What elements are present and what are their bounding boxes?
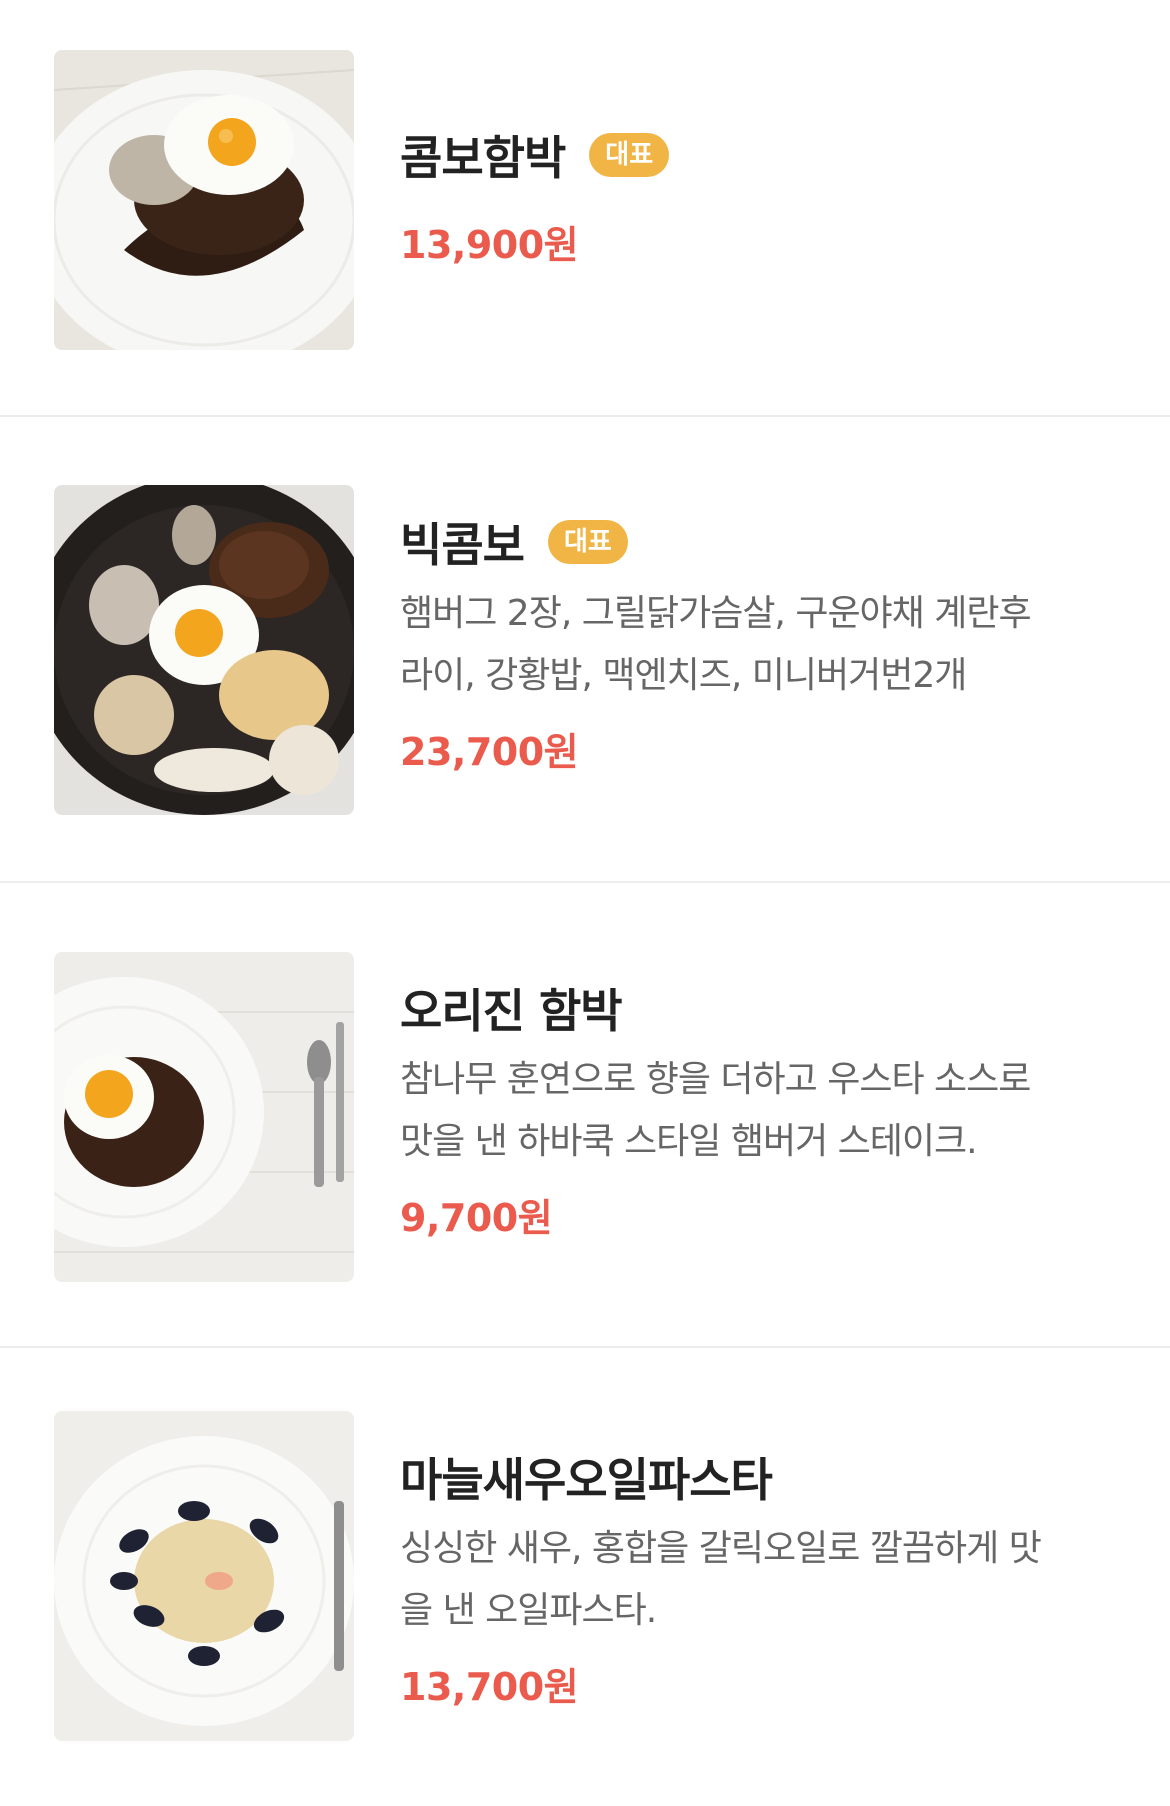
menu-item-name-row: 마늘새우오일파스타 xyxy=(400,1448,1100,1507)
description-line: 맛을 낸 하바쿡 스타일 햄버거 스테이크. xyxy=(400,1121,978,1162)
menu-item-description: 싱싱한 새우, 홍합을 갈릭오일로 깔끔하게 맛 을 낸 오일파스타. xyxy=(400,1518,1100,1642)
description-line: 참나무 훈연으로 향을 더하고 우스타 소스로 xyxy=(400,1059,1031,1100)
menu-item-origin-hamburg[interactable]: 오리진 함박 참나무 훈연으로 향을 더하고 우스타 소스로 맛을 낸 하바쿡 … xyxy=(0,883,1170,1348)
menu-item-price: 9,700원 xyxy=(400,1196,553,1240)
menu-item-photo xyxy=(54,1411,354,1741)
menu-item-garlic-shrimp-pasta[interactable]: 마늘새우오일파스타 싱싱한 새우, 홍합을 갈릭오일로 깔끔하게 맛 을 낸 오… xyxy=(0,1348,1170,1806)
description-line: 라이, 강황밥, 맥엔치즈, 미니버거번2개 xyxy=(400,655,967,696)
menu-item-price: 13,700원 xyxy=(400,1665,579,1709)
menu-item-photo xyxy=(54,485,354,815)
description-line: 을 낸 오일파스타. xyxy=(400,1590,657,1631)
menu-item-info: 오리진 함박 참나무 훈연으로 향을 더하고 우스타 소스로 맛을 낸 하바쿡 … xyxy=(400,979,1100,1242)
menu-item-name: 콤보함박 xyxy=(400,131,566,185)
menu-item-price: 13,900원 xyxy=(400,223,579,267)
menu-item-name-row: 오리진 함박 xyxy=(400,979,1100,1038)
menu-item-name: 오리진 함박 xyxy=(400,984,623,1038)
menu-item-photo xyxy=(54,50,354,350)
menu-item-description: 햄버그 2장, 그릴닭가슴살, 구운야채 계란후 라이, 강황밥, 맥엔치즈, … xyxy=(400,583,1100,707)
description-line: 싱싱한 새우, 홍합을 갈릭오일로 깔끔하게 맛 xyxy=(400,1528,1042,1569)
menu-item-info: 빅콤보 대표 햄버그 2장, 그릴닭가슴살, 구운야채 계란후 라이, 강황밥,… xyxy=(400,513,1100,776)
menu-item-description: 참나무 훈연으로 향을 더하고 우스타 소스로 맛을 낸 하바쿡 스타일 햄버거… xyxy=(400,1049,1100,1173)
menu-item-info: 마늘새우오일파스타 싱싱한 새우, 홍합을 갈릭오일로 깔끔하게 맛 을 낸 오… xyxy=(400,1448,1100,1711)
menu-item-big-combo[interactable]: 빅콤보 대표 햄버그 2장, 그릴닭가슴살, 구운야채 계란후 라이, 강황밥,… xyxy=(0,417,1170,883)
menu-item-name-row: 콤보함박 대표 xyxy=(400,126,1100,185)
menu-item-combo-hamburg[interactable]: 콤보함박 대표 13,900원 xyxy=(0,0,1170,417)
signature-badge: 대표 xyxy=(589,133,670,177)
menu-item-photo xyxy=(54,952,354,1282)
menu-item-name: 마늘새우오일파스타 xyxy=(400,1453,773,1507)
menu-item-price: 23,700원 xyxy=(400,730,579,774)
signature-badge: 대표 xyxy=(547,520,628,564)
menu-list: 콤보함박 대표 13,900원 빅콤보 대표 햄버그 2장, 그릴닭가슴살, 구… xyxy=(0,0,1170,1806)
menu-item-info: 콤보함박 대표 13,900원 xyxy=(400,126,1100,269)
menu-item-name: 빅콤보 xyxy=(400,518,525,572)
description-line: 햄버그 2장, 그릴닭가슴살, 구운야채 계란후 xyxy=(400,593,1032,634)
menu-item-name-row: 빅콤보 대표 xyxy=(400,513,1100,572)
